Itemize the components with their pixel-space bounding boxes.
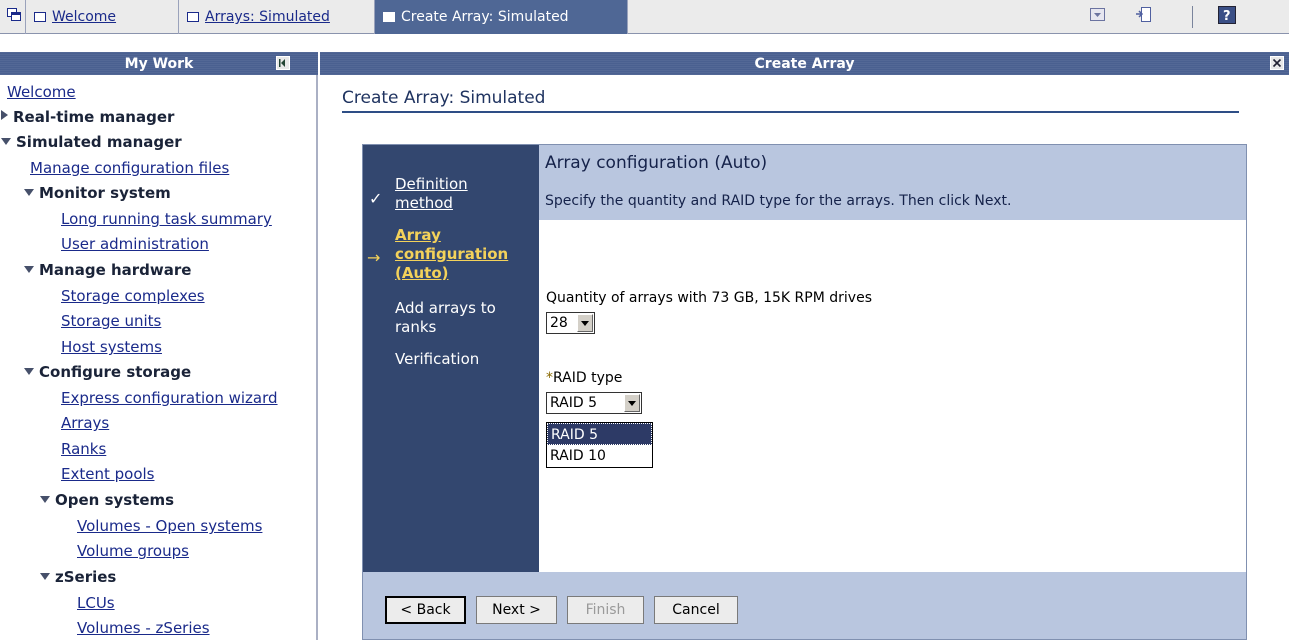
step-line: Array — [395, 226, 441, 244]
step-header: Array configuration (Auto) Specify the q… — [539, 145, 1246, 220]
svg-text:?: ? — [1223, 9, 1231, 24]
checkmark-icon: ✓ — [369, 189, 383, 208]
step-verification: Verification — [395, 350, 479, 369]
step-definition-method[interactable]: Definition method — [395, 175, 468, 213]
tab-welcome[interactable]: Welcome — [25, 0, 179, 34]
nav-item-label: Open systems — [55, 491, 175, 509]
raid-type-label-text: RAID type — [553, 370, 623, 386]
page-title: Create Array: Simulated — [342, 88, 546, 108]
next-button[interactable]: Next > — [476, 596, 557, 624]
step-array-configuration[interactable]: Array configuration (Auto) — [395, 226, 508, 283]
nav-item-extent-pools[interactable]: Extent pools — [61, 465, 154, 483]
nav-item-simulated-manager[interactable]: Simulated manager — [1, 133, 182, 151]
nav-item-monitor-system[interactable]: Monitor system — [24, 184, 171, 202]
raid-type-value: RAID 5 — [550, 395, 598, 411]
wizard: ✓ Definition method → Array configuratio… — [362, 144, 1247, 640]
nav-item-label: Configure storage — [39, 363, 192, 381]
step-add-arrays-to-ranks: Add arrays to ranks — [395, 299, 496, 337]
raid-type-select[interactable]: RAID 5 — [546, 392, 642, 414]
nav-item-arrays[interactable]: Arrays — [61, 414, 109, 432]
nav-item-label: zSeries — [55, 568, 117, 586]
tab-arrays-simulated[interactable]: Arrays: Simulated — [179, 0, 375, 34]
raid-type-dropdown-list: RAID 5 RAID 10 — [546, 422, 653, 468]
raid-type-label: *RAID type — [546, 370, 622, 386]
logout-icon[interactable] — [1135, 6, 1153, 28]
nav-item-volumes-zseries[interactable]: Volumes - zSeries — [77, 619, 210, 637]
my-work-title: My Work — [124, 55, 194, 72]
collapse-icon — [1, 138, 11, 145]
cancel-button[interactable]: Cancel — [654, 596, 738, 624]
back-button[interactable]: < Back — [385, 596, 466, 624]
current-step-arrow-icon: → — [367, 248, 381, 267]
nav-item-storage-units[interactable]: Storage units — [61, 312, 161, 330]
step-line: Definition — [395, 175, 468, 193]
step-line: ranks — [395, 318, 437, 336]
collapse-icon — [24, 368, 34, 375]
nav-item-configure-storage[interactable]: Configure storage — [24, 363, 191, 381]
title-divider — [342, 111, 1239, 113]
nav-item-label: Real-time manager — [13, 108, 175, 126]
nav-item-long-running-task-summary[interactable]: Long running task summary — [61, 210, 272, 228]
nav-item-welcome[interactable]: Welcome — [7, 83, 76, 101]
nav-item-real-time-manager[interactable]: Real-time manager — [1, 108, 174, 126]
quantity-select[interactable]: 28 — [546, 312, 595, 334]
step-line: Add arrays to — [395, 299, 496, 317]
collapse-icon — [24, 266, 34, 273]
nav-item-storage-complexes[interactable]: Storage complexes — [61, 287, 205, 305]
window-icon — [383, 12, 395, 22]
nav-item-volume-groups[interactable]: Volume groups — [77, 542, 189, 560]
quantity-label: Quantity of arrays with 73 GB, 15K RPM d… — [546, 290, 872, 306]
nav-item-label: Monitor system — [39, 184, 171, 202]
minimize-all-icon[interactable] — [1090, 8, 1106, 26]
nav-item-volumes-open-systems[interactable]: Volumes - Open systems — [77, 517, 262, 535]
create-array-titlebar: Create Array — [320, 52, 1289, 75]
collapse-icon — [24, 189, 34, 196]
quantity-value: 28 — [550, 315, 568, 331]
nav-item-manage-configuration-files[interactable]: Manage configuration files — [30, 159, 229, 177]
my-work-nav: Welcome Real-time manager Simulated mana… — [0, 75, 318, 640]
chevron-down-icon[interactable] — [577, 314, 593, 332]
nav-item-ranks[interactable]: Ranks — [61, 440, 106, 458]
nav-item-zseries[interactable]: zSeries — [40, 568, 116, 586]
window-icon — [34, 12, 46, 22]
nav-item-user-administration[interactable]: User administration — [61, 235, 209, 253]
tab-label: Arrays: Simulated — [205, 9, 330, 25]
step-content: Quantity of arrays with 73 GB, 15K RPM d… — [539, 220, 1246, 572]
help-icon[interactable]: ? — [1218, 6, 1236, 28]
step-line: (Auto) — [395, 264, 449, 282]
nav-item-open-systems[interactable]: Open systems — [40, 491, 174, 509]
chevron-down-icon[interactable] — [624, 394, 640, 412]
toolbar-divider — [1192, 6, 1193, 28]
nav-item-express-configuration-wizard[interactable]: Express configuration wizard — [61, 389, 278, 407]
tab-label: Create Array: Simulated — [401, 9, 569, 25]
nav-item-lcus[interactable]: LCUs — [77, 594, 115, 612]
raid-option-raid-10[interactable]: RAID 10 — [547, 445, 652, 467]
collapse-pane-icon[interactable] — [276, 56, 291, 75]
collapse-icon — [40, 496, 50, 503]
collapse-icon — [40, 573, 50, 580]
finish-button: Finish — [567, 596, 644, 624]
step-line: Verification — [395, 350, 480, 368]
step-line: method — [395, 194, 453, 212]
window-icon — [187, 12, 199, 22]
wizard-footer: < Back Next > Finish Cancel — [363, 572, 1246, 639]
tab-create-array-simulated[interactable]: Create Array: Simulated — [375, 0, 628, 34]
nav-item-manage-hardware[interactable]: Manage hardware — [24, 261, 191, 279]
panel-title: Create Array — [754, 55, 855, 72]
close-icon[interactable] — [1270, 56, 1285, 75]
nav-item-host-systems[interactable]: Host systems — [61, 338, 162, 356]
nav-item-label: Simulated manager — [16, 133, 182, 151]
expand-icon — [1, 110, 8, 120]
tab-label: Welcome — [52, 9, 117, 25]
step-title: Array configuration (Auto) — [545, 153, 768, 173]
wizard-steps: ✓ Definition method → Array configuratio… — [363, 145, 539, 572]
step-description: Specify the quantity and RAID type for t… — [545, 193, 1012, 209]
top-tab-bar: Welcome Arrays: Simulated Create Array: … — [0, 0, 1289, 34]
required-mark: * — [546, 370, 553, 386]
nav-item-label: Manage hardware — [39, 261, 192, 279]
my-work-titlebar: My Work — [0, 52, 318, 75]
raid-option-raid-5[interactable]: RAID 5 — [547, 423, 652, 445]
windows-icon[interactable] — [7, 8, 21, 22]
step-line: configuration — [395, 245, 509, 263]
